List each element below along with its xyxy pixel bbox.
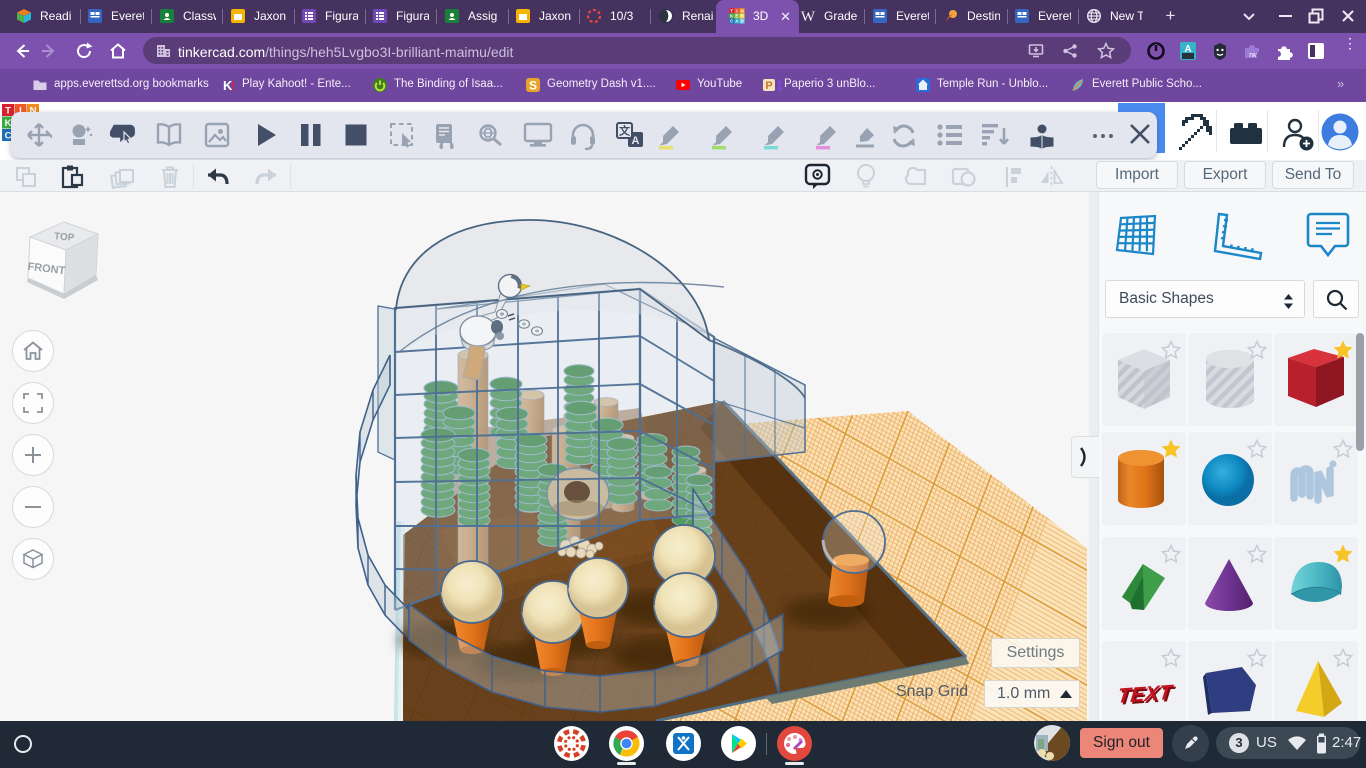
svg-text:S: S	[529, 79, 537, 93]
svg-text:TEXT: TEXT	[1116, 681, 1175, 708]
svg-text:TOP: TOP	[54, 231, 75, 243]
svg-text:!: !	[231, 79, 235, 93]
svg-text:P: P	[765, 80, 772, 92]
svg-text:W: W	[801, 9, 816, 24]
svg-text:文: 文	[619, 124, 631, 138]
svg-text:T: T	[5, 106, 11, 117]
svg-text:rw: rw	[1249, 52, 1257, 59]
svg-text:A: A	[1184, 44, 1191, 55]
svg-text:D: D	[741, 19, 744, 24]
